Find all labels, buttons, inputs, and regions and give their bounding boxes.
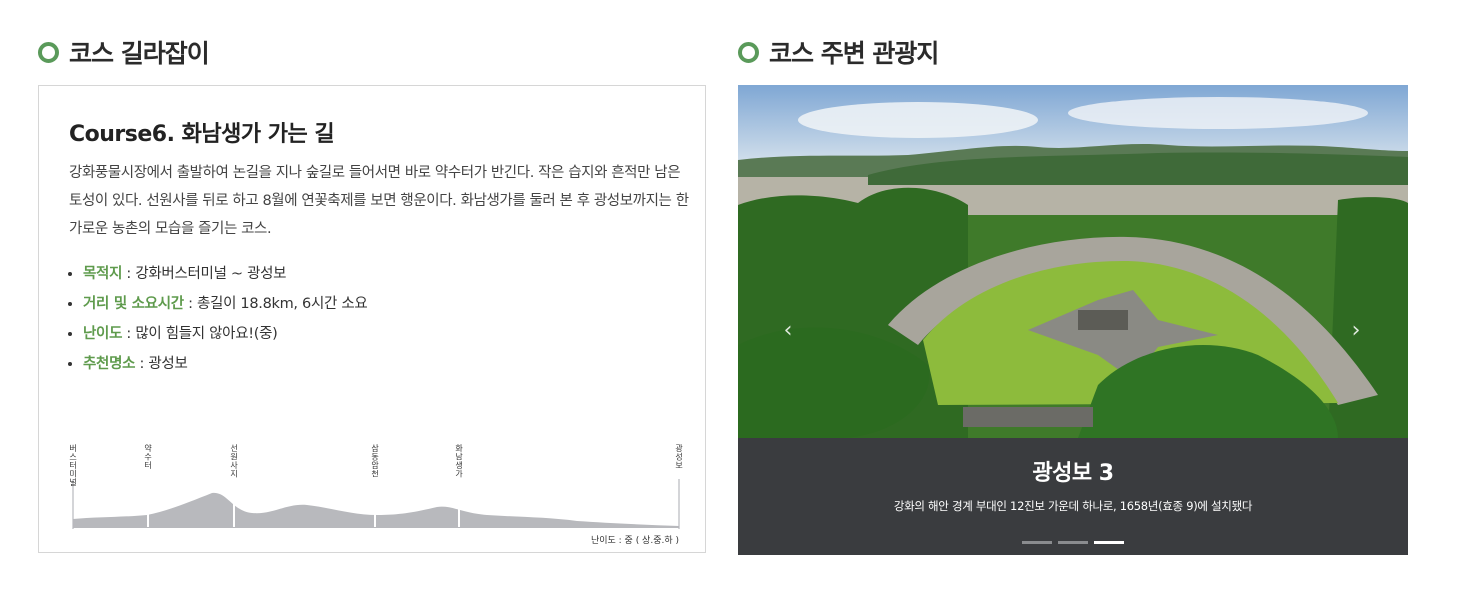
info-label: 거리 및 소요시간	[83, 296, 184, 312]
info-value: : 광성보	[135, 356, 188, 372]
profile-stop-label: 약수터	[144, 443, 152, 470]
profile-stop-label: 삼동암천	[371, 443, 379, 479]
nearby-attractions-title-text: 코스 주변 관광지	[769, 39, 939, 68]
course-description: 강화풍물시장에서 출발하여 논길을 지나 숲길로 들어서면 바로 약수터가 반긴…	[69, 165, 689, 237]
slide-dot-3[interactable]	[1094, 541, 1124, 544]
course-info-item: 추천명소 : 광성보	[83, 349, 367, 379]
course-guide-title-text: 코스 길라잡이	[69, 39, 210, 68]
info-value: : 총길이 18.8km, 6시간 소요	[183, 296, 368, 312]
course-panel: Course6. 화남생가 가는 길 강화풍물시장에서 출발하여 논길을 지나 …	[38, 85, 706, 553]
slide-dot-2[interactable]	[1058, 541, 1088, 544]
info-value: : 많이 힘들지 않아요!(중)	[122, 326, 278, 342]
slide-dot-1[interactable]	[1022, 541, 1052, 544]
info-label: 난이도	[83, 326, 123, 342]
profile-stop-label: 선원사지	[230, 444, 238, 479]
course-info-item: 목적지 : 강화버스터미널 ~ 광성보	[83, 259, 367, 289]
info-label: 추천명소	[83, 356, 136, 372]
nearby-attractions-title: 코스 주변 관광지	[738, 33, 939, 71]
elevation-profile: 버 스 터 미 널 약 수 터 선 원 사 지 삼 동 암 천 화 남 생 가 광 성 보	[69, 443, 683, 529]
slide-title: 광성보 3	[1032, 461, 1114, 486]
slide-caption: 광성보 3 강화의 해안 경계 부대인 12진보 가운데 하나로, 1658년(…	[738, 438, 1408, 555]
profile-stop-label: 버스터미널	[69, 443, 76, 487]
info-label: 목적지	[83, 266, 123, 282]
circle-bullet-icon	[738, 41, 759, 63]
course-guide-title: 코스 길라잡이	[38, 33, 210, 71]
slide-subtitle: 강화의 해안 경계 부대인 12진보 가운데 하나로, 1658년(효종 9)에…	[893, 499, 1253, 513]
difficulty-note: 난이도 : 중 ( 상.중.하 )	[590, 536, 679, 546]
course-info-list: 목적지 : 강화버스터미널 ~ 광성보 거리 및 소요시간 : 총길이 18.8…	[65, 259, 368, 379]
profile-stop-label: 광성보	[675, 443, 683, 470]
info-value: : 강화버스터미널 ~ 광성보	[122, 266, 287, 282]
circle-bullet-icon	[38, 41, 59, 63]
chevron-right-icon[interactable]: ›	[1346, 320, 1366, 342]
attraction-slider[interactable]: ‹ › 광성보 3 강화의 해안 경계 부대인 12진보 가운데 하나로, 16…	[738, 85, 1408, 555]
course-info-item: 난이도 : 많이 힘들지 않아요!(중)	[83, 319, 367, 349]
slide-pagination	[1022, 541, 1124, 544]
course-info-item: 거리 및 소요시간 : 총길이 18.8km, 6시간 소요	[83, 289, 368, 319]
chevron-left-icon[interactable]: ‹	[778, 320, 798, 342]
slide-image	[738, 85, 1408, 438]
profile-stop-label: 화남생가	[455, 444, 463, 479]
course-heading: Course6. 화남생가 가는 길	[69, 122, 335, 147]
